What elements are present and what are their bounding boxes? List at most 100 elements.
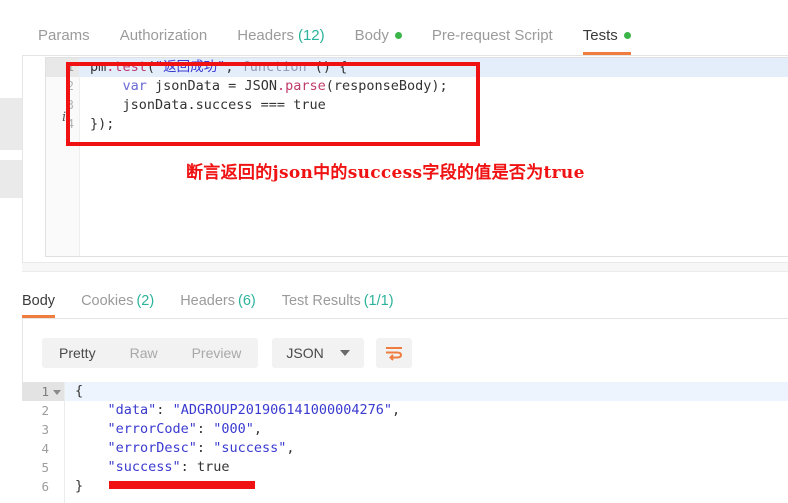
left-rail-block-upper [0,98,22,150]
request-tab-label: Params [38,27,90,44]
code-token: pm [90,59,107,75]
script-line-number: 2 [66,79,74,93]
response-code-line[interactable]: "errorDesc": "success", [65,439,788,458]
status-dot-icon [394,32,402,39]
info-marker-icon[interactable]: i [62,110,66,125]
json-token: : [196,440,214,456]
response-line-number-gutter: 123456 [22,382,65,503]
view-mode-segmented-control[interactable]: Pretty Raw Preview [42,338,259,368]
annotation-caption: 断言返回的json中的success字段的值是否为true [186,163,585,183]
request-tab-tests[interactable]: Tests [582,27,631,55]
script-line-number: 1 [46,58,79,77]
response-code-line[interactable]: "success": true [65,458,788,477]
response-line-number: 4 [41,441,49,456]
request-tab-authorization[interactable]: Authorization [120,28,208,55]
request-tab-label: Headers [237,27,294,44]
request-tab-label: Body [354,27,389,44]
json-token: "errorDesc" [107,440,197,456]
word-wrap-toggle-button[interactable] [375,338,412,368]
response-tab-label: Headers [180,292,235,309]
json-token: { [75,383,84,399]
json-token: true [196,459,230,475]
script-code-line[interactable]: var jsonData = JSON.parse(responseBody); [79,77,788,96]
code-token: }); [90,116,115,132]
request-tab-label: Pre-request Script [431,27,553,44]
request-tab-label: Authorization [119,27,208,44]
code-token: (responseBody); [325,78,448,94]
request-tab-bar: Params Authorization Headers (12) Body Pre-re… [22,0,788,56]
chevron-down-icon [339,350,350,356]
view-mode-pretty[interactable]: Pretty [42,338,113,368]
code-token: () { [306,59,348,75]
code-token: , [225,59,242,75]
code-token: jsonData.success === true [90,97,326,113]
code-token: ( [146,59,156,75]
response-tab-cookies[interactable]: Cookies (2) [81,292,155,319]
response-line-number: 2 [41,403,49,418]
script-code-line[interactable]: }); [79,115,788,134]
json-token: "success" [213,440,287,456]
response-tab-label: Cookies [81,292,134,309]
json-token: , [392,402,401,418]
code-token: .parse [276,78,326,94]
json-token: : [196,421,214,437]
response-tab-count: (6) [238,292,256,309]
request-tab-count: (12) [297,27,325,44]
script-line-number-gutter: 1234 [46,58,80,256]
code-token: .test [106,59,147,75]
response-code-line[interactable]: "data": "ADGROUP201906141000004276", [65,401,788,420]
response-tab-label: Test Results [281,292,361,309]
left-rail [0,0,23,503]
script-code-line[interactable]: pm.test("返回成功", function () { [79,58,788,77]
json-token: "success" [107,459,181,475]
format-select-value: JSON [286,345,324,361]
code-token: var [122,78,147,94]
response-tab-body[interactable]: Body [22,292,56,319]
view-mode-preview[interactable]: Preview [175,338,259,368]
response-tab-count: (1/1) [363,292,394,309]
code-token: "返回成功" [155,59,226,75]
json-token: } [75,478,84,494]
panel-splitter[interactable] [22,262,788,272]
left-rail-block-lower [0,160,22,198]
json-token: , [253,421,262,437]
request-tab-headers[interactable]: Headers (12) [237,28,324,55]
response-tab-label: Body [22,292,56,309]
response-code-line[interactable]: "errorCode": "000", [65,420,788,439]
status-dot-icon [623,32,631,39]
request-tab-pre-request-script[interactable]: Pre-request Script [432,28,553,55]
code-token: JSON [244,78,277,94]
response-tab-test-results[interactable]: Test Results (1/1) [281,292,394,319]
json-token: "ADGROUP201906141000004276" [172,402,393,418]
test-script-editor[interactable]: 1234 i pm.test("返回成功", function () { var… [45,57,788,257]
response-line-number: 3 [41,422,49,437]
response-fold-chevron-icon[interactable] [53,390,61,395]
word-wrap-icon [385,347,402,361]
format-select[interactable]: JSON [272,338,364,368]
script-code-area[interactable]: pm.test("返回成功", function () { var jsonDa… [79,58,788,256]
json-token: "data" [107,402,157,418]
response-view-toolbar: Pretty Raw Preview JSON [22,330,788,376]
response-tab-headers[interactable]: Headers (6) [180,292,256,319]
response-line-number: 6 [41,479,49,494]
code-token: jsonData = [146,78,245,94]
response-code-line[interactable]: { [65,382,788,401]
json-token: "000" [213,421,254,437]
json-token: "errorCode" [107,421,197,437]
request-tab-params[interactable]: Params [38,28,90,55]
response-line-number: 5 [41,460,49,475]
script-code-line[interactable]: jsonData.success === true [79,96,788,115]
success-value-underline [109,481,255,489]
json-token: : [180,459,197,475]
json-token: , [286,440,295,456]
request-tab-body[interactable]: Body [355,28,402,55]
code-token: function [241,59,307,75]
response-tab-count: (2) [136,292,155,309]
view-mode-raw[interactable]: Raw [113,338,175,368]
request-tab-label: Tests [582,27,618,44]
